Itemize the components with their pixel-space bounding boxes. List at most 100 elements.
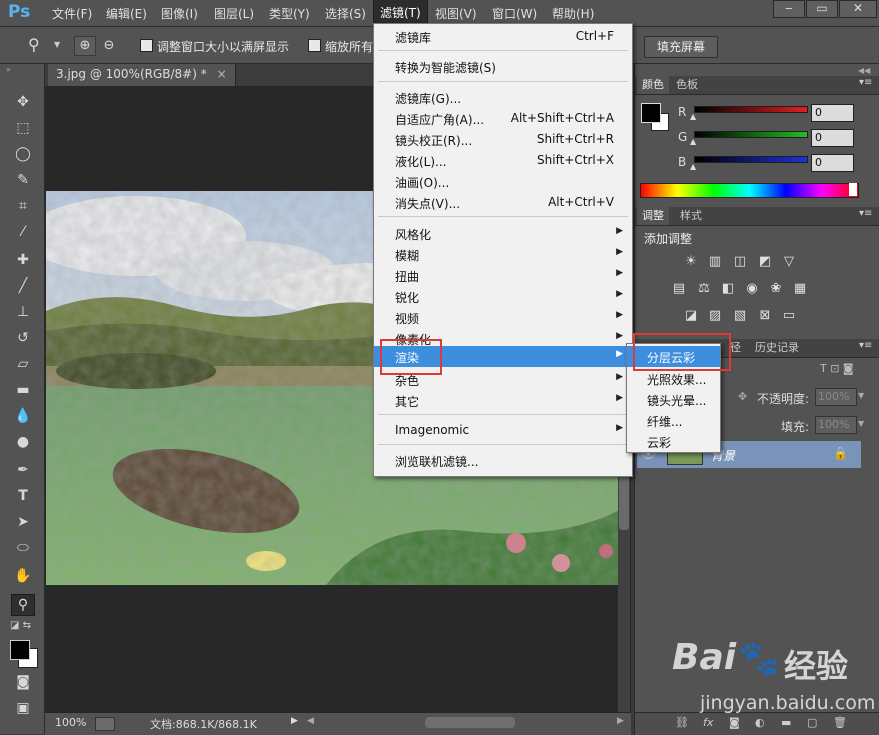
panel-menu-icon[interactable]: ▾≡ [859,77,872,88]
brush-tool-icon[interactable]: ╱ [12,276,34,296]
tab-close-icon[interactable]: × [217,67,227,81]
scroll-left-icon[interactable]: ◀ [307,716,314,726]
filter-item-sharpen[interactable]: 锐化 ▶ [374,286,632,307]
channel-g-handle-icon[interactable]: ▲ [690,137,696,146]
brightness-icon[interactable]: ☀ [682,254,700,270]
channel-r-slider[interactable] [694,106,808,113]
filter-item-stylize[interactable]: 风格化 ▶ [374,223,632,244]
menu-layer[interactable]: 图层(L) [214,5,254,22]
render-item-fibers[interactable]: 纤维... [627,410,720,431]
resize-windows-checkbox[interactable] [140,39,153,52]
close-button[interactable]: ✕ [839,0,877,18]
vibrance-icon[interactable]: ▽ [780,254,798,270]
filter-item-video[interactable]: 视频 ▶ [374,307,632,328]
channel-g-slider[interactable] [694,131,808,138]
filter-item-distort[interactable]: 扭曲 ▶ [374,265,632,286]
default-colors-icon[interactable]: ◪ ⇆ [10,620,31,631]
filter-item-smart-filter[interactable]: 转换为智能滤镜(S) [374,56,632,77]
quick-mask-icon[interactable]: ◙ [12,672,34,692]
zoom-level[interactable]: 100% [55,716,86,729]
path-select-icon[interactable]: ➤ [12,512,34,532]
channel-r-handle-icon[interactable]: ▲ [690,112,696,121]
filter-item-lens-correction[interactable]: 镜头校正(R)... Shift+Ctrl+R [374,129,632,150]
hue-saturation-icon[interactable]: ▤ [670,281,688,297]
menu-help[interactable]: 帮助(H) [552,5,594,22]
fill-dropdown-icon[interactable]: ▼ [858,419,864,428]
collapse-icon[interactable]: » [6,65,11,74]
maximize-button[interactable]: ▭ [806,0,838,18]
threshold-icon[interactable]: ▧ [731,308,749,324]
zoom-tool-icon[interactable]: ⚲ [11,594,35,616]
menu-window[interactable]: 窗口(W) [492,5,537,22]
crop-tool-icon[interactable]: ⌗ [12,196,34,216]
lock-move-icon[interactable]: ✥ [738,390,747,403]
selective-color-icon[interactable]: ⊠ [756,308,774,324]
zoom-all-checkbox[interactable] [308,39,321,52]
color-lookup-icon[interactable]: ▦ [791,281,809,297]
channel-b-value[interactable]: 0 [811,154,854,172]
menu-type[interactable]: 类型(Y) [269,5,310,22]
pen-tool-icon[interactable]: ✒ [12,460,34,480]
channel-b-slider[interactable] [694,156,808,163]
menu-file[interactable]: 文件(F) [52,5,92,22]
gradient-tool-icon[interactable]: ▬ [12,380,34,400]
zoom-tool-icon[interactable]: ⚲ [28,35,40,54]
hand-tool-icon[interactable]: ✋ [12,566,34,586]
history-brush-icon[interactable]: ↺ [12,328,34,348]
levels-icon[interactable]: ▥ [706,254,724,270]
exposure-icon[interactable]: ◩ [756,254,774,270]
spectrum-white-swatch[interactable] [849,183,857,196]
filter-item-other[interactable]: 其它 ▶ [374,390,632,411]
channel-b-handle-icon[interactable]: ▲ [690,162,696,171]
scroll-right-icon[interactable]: ▶ [617,716,624,726]
dock-collapse-icon[interactable]: ◀◀ [858,66,870,75]
status-preview-icon[interactable] [95,717,115,731]
menu-select[interactable]: 选择(S) [325,5,366,22]
invert-icon[interactable]: ◪ [682,308,700,324]
render-item-clouds[interactable]: 云彩 [627,431,720,452]
panel-menu-icon[interactable]: ▾≡ [859,340,872,351]
curves-icon[interactable]: ◫ [731,254,749,270]
fill-input[interactable]: 100% [815,416,857,434]
stamp-tool-icon[interactable]: ⊥ [12,302,34,322]
eraser-tool-icon[interactable]: ▱ [12,354,34,374]
menu-edit[interactable]: 编辑(E) [106,5,147,22]
filter-item-imagenomic[interactable]: Imagenomic ▶ [374,420,632,441]
move-tool-icon[interactable]: ✥ [12,92,34,112]
fill-screen-button[interactable]: 填充屏幕 [644,36,718,58]
filter-item-gallery-last[interactable]: 滤镜库 Ctrl+F [374,26,632,47]
eyedropper-tool-icon[interactable]: ⁄ [12,222,34,242]
dodge-tool-icon[interactable]: ● [12,432,34,452]
quick-select-tool-icon[interactable]: ✎ [12,170,34,190]
posterize-icon[interactable]: ▨ [706,308,724,324]
tab-styles[interactable]: 样式 [675,207,707,225]
opacity-input[interactable]: 100% [815,388,857,406]
document-tab[interactable]: 3.jpg @ 100%(RGB/8#) * × [48,64,236,86]
vertical-scroll-thumb[interactable] [619,470,629,530]
filter-item-oil-paint[interactable]: 油画(O)... [374,171,632,192]
minimize-button[interactable]: ‒ [773,0,805,18]
filter-icons[interactable]: T ⊡ ◙ [820,362,854,375]
horizontal-scroll-thumb[interactable] [425,717,515,728]
status-menu-arrow-icon[interactable]: ▶ [291,716,298,726]
black-white-icon[interactable]: ◧ [719,281,737,297]
filter-item-adaptive-wide-angle[interactable]: 自适应广角(A)... Alt+Shift+Ctrl+A [374,108,632,129]
filter-item-liquify[interactable]: 液化(L)... Shift+Ctrl+X [374,150,632,171]
channel-mixer-icon[interactable]: ❀ [767,281,785,297]
filter-item-vanishing-point[interactable]: 消失点(V)... Alt+Ctrl+V [374,192,632,213]
color-spectrum-bar[interactable] [640,183,859,198]
panel-menu-icon[interactable]: ▾≡ [859,208,872,219]
screen-mode-icon[interactable]: ▣ [12,698,34,718]
opacity-dropdown-icon[interactable]: ▼ [858,391,864,400]
blur-tool-icon[interactable]: 💧 [12,406,34,426]
render-item-lighting-effects[interactable]: 光照效果... [627,368,720,389]
zoom-in-icon[interactable]: ⊕ [74,36,96,56]
marquee-tool-icon[interactable]: ⬚ [12,118,34,138]
filter-item-blur[interactable]: 模糊 ▶ [374,244,632,265]
lasso-tool-icon[interactable]: ◯ [12,144,34,164]
tab-swatches[interactable]: 色板 [671,76,703,94]
tab-history[interactable]: 历史记录 [750,339,804,357]
menu-view[interactable]: 视图(V) [435,5,477,22]
tab-color[interactable]: 颜色 [637,76,669,94]
menu-image[interactable]: 图像(I) [161,5,198,22]
